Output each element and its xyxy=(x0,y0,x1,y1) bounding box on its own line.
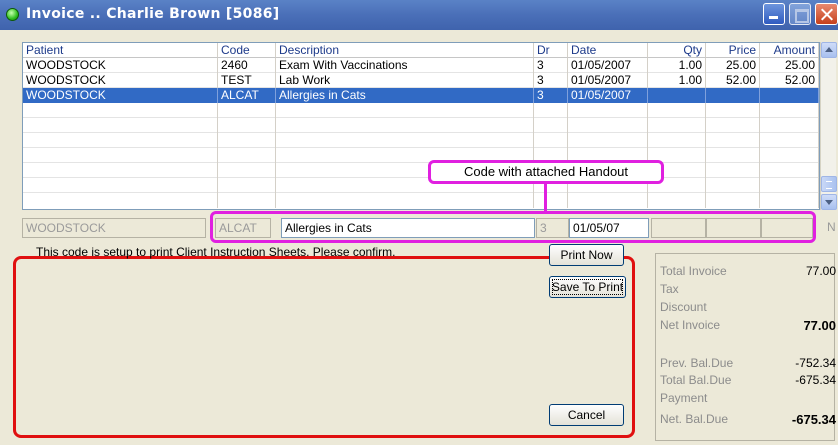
cell-amount xyxy=(760,88,819,103)
close-button[interactable] xyxy=(815,3,838,25)
column-header-price[interactable]: Price xyxy=(706,43,760,58)
confirm-message: This code is setup to print Client Instr… xyxy=(36,245,396,259)
table-row[interactable]: WOODSTOCK 2460 Exam With Vaccinations 3 … xyxy=(23,58,819,73)
net-bal-due-value: -675.34 xyxy=(791,412,836,427)
edit-description-field[interactable]: Allergies in Cats xyxy=(281,218,535,238)
column-header-code[interactable]: Code xyxy=(218,43,276,58)
invoice-line-grid[interactable]: Patient Code Description Dr Date Qty Pri… xyxy=(22,42,820,210)
grid-vertical-scrollbar[interactable] xyxy=(820,42,837,210)
table-row-selected[interactable]: WOODSTOCK ALCAT Allergies in Cats 3 01/0… xyxy=(23,88,819,103)
column-header-date[interactable]: Date xyxy=(568,43,648,58)
edit-code-field[interactable]: ALCAT xyxy=(215,218,271,238)
tax-row: Tax xyxy=(660,282,838,298)
scroll-down-arrow-icon[interactable] xyxy=(821,194,837,210)
total-bal-due-row: Total Bal.Due -675.34 xyxy=(660,373,838,389)
cancel-button[interactable]: Cancel xyxy=(549,404,624,426)
cell-qty: 1.00 xyxy=(648,73,706,88)
table-row[interactable]: WOODSTOCK TEST Lab Work 3 01/05/2007 1.0… xyxy=(23,73,819,88)
discount-row: Discount xyxy=(660,300,838,316)
discount-label: Discount xyxy=(660,300,707,314)
net-bal-due-label: Net. Bal.Due xyxy=(660,412,729,426)
empty-row[interactable] xyxy=(23,163,819,178)
empty-row[interactable] xyxy=(23,133,819,148)
total-bal-due-label: Total Bal.Due xyxy=(660,373,732,387)
edit-row-trailing-flag: N xyxy=(827,220,836,234)
edit-patient-field[interactable]: WOODSTOCK xyxy=(22,218,206,238)
cell-patient: WOODSTOCK xyxy=(23,88,218,103)
title-bar[interactable]: Invoice .. Charlie Brown [5086] xyxy=(0,0,838,30)
payment-row: Payment xyxy=(660,391,838,407)
column-header-qty[interactable]: Qty xyxy=(648,43,706,58)
scroll-thumb[interactable] xyxy=(821,176,837,192)
edit-dr-field[interactable]: 3 xyxy=(536,218,569,238)
cell-date: 01/05/2007 xyxy=(568,88,648,103)
edit-amount-field[interactable] xyxy=(761,218,813,238)
column-header-description[interactable]: Description xyxy=(276,43,534,58)
empty-row[interactable] xyxy=(23,178,819,193)
cell-date: 01/05/2007 xyxy=(568,73,648,88)
grid-header-row: Patient Code Description Dr Date Qty Pri… xyxy=(23,43,819,58)
empty-row[interactable] xyxy=(23,193,819,208)
invoice-window: Invoice .. Charlie Brown [5086] Patient … xyxy=(0,0,838,445)
cell-code: ALCAT xyxy=(218,88,276,103)
cell-qty xyxy=(648,88,706,103)
handout-callout: Code with attached Handout xyxy=(428,160,664,184)
handout-confirm-panel xyxy=(13,256,635,438)
total-invoice-value: 77.00 xyxy=(805,264,836,278)
tax-label: Tax xyxy=(660,282,679,296)
print-now-button[interactable]: Print Now xyxy=(549,244,624,266)
empty-row[interactable] xyxy=(23,148,819,163)
scroll-up-arrow-icon[interactable] xyxy=(821,42,837,58)
cell-date: 01/05/2007 xyxy=(568,58,648,73)
prev-bal-due-value: -752.34 xyxy=(795,356,836,370)
cell-dr: 3 xyxy=(534,58,568,73)
cell-description: Allergies in Cats xyxy=(276,88,534,103)
cell-description: Lab Work xyxy=(276,73,534,88)
empty-row[interactable] xyxy=(23,118,819,133)
payment-label: Payment xyxy=(660,391,708,405)
cell-price: 52.00 xyxy=(706,73,760,88)
cell-description: Exam With Vaccinations xyxy=(276,58,534,73)
empty-row[interactable] xyxy=(23,103,819,118)
cell-price xyxy=(706,88,760,103)
total-bal-due-value: -675.34 xyxy=(795,373,836,387)
cell-patient: WOODSTOCK xyxy=(23,58,218,73)
net-invoice-value: 77.00 xyxy=(803,318,836,333)
total-invoice-label: Total Invoice xyxy=(660,264,727,278)
window-title: Invoice .. Charlie Brown [5086] xyxy=(26,6,280,22)
net-invoice-row: Net Invoice 77.00 xyxy=(660,318,838,334)
status-light-icon xyxy=(6,8,19,21)
cell-qty: 1.00 xyxy=(648,58,706,73)
column-header-amount[interactable]: Amount xyxy=(760,43,819,58)
column-header-dr[interactable]: Dr xyxy=(534,43,568,58)
edit-price-field[interactable] xyxy=(706,218,761,238)
maximize-button[interactable] xyxy=(789,3,811,25)
cell-dr: 3 xyxy=(534,73,568,88)
cell-patient: WOODSTOCK xyxy=(23,73,218,88)
cell-code: 2460 xyxy=(218,58,276,73)
cell-amount: 25.00 xyxy=(760,58,819,73)
cell-code: TEST xyxy=(218,73,276,88)
edit-date-field[interactable]: 01/05/07 xyxy=(569,218,649,238)
net-bal-due-row: Net. Bal.Due -675.34 xyxy=(660,412,838,428)
prev-bal-due-row: Prev. Bal.Due -752.34 xyxy=(660,356,838,372)
cell-dr: 3 xyxy=(534,88,568,103)
cell-amount: 52.00 xyxy=(760,73,819,88)
prev-bal-due-label: Prev. Bal.Due xyxy=(660,356,734,370)
net-invoice-label: Net Invoice xyxy=(660,318,721,332)
save-to-print-button[interactable]: Save To Print xyxy=(549,276,626,298)
callout-connector xyxy=(544,184,547,212)
edit-qty-field[interactable] xyxy=(651,218,706,238)
minimize-button[interactable] xyxy=(763,3,785,25)
cell-price: 25.00 xyxy=(706,58,760,73)
focus-ring xyxy=(552,279,623,295)
column-header-patient[interactable]: Patient xyxy=(23,43,218,58)
total-invoice-row: Total Invoice 77.00 xyxy=(660,264,838,280)
